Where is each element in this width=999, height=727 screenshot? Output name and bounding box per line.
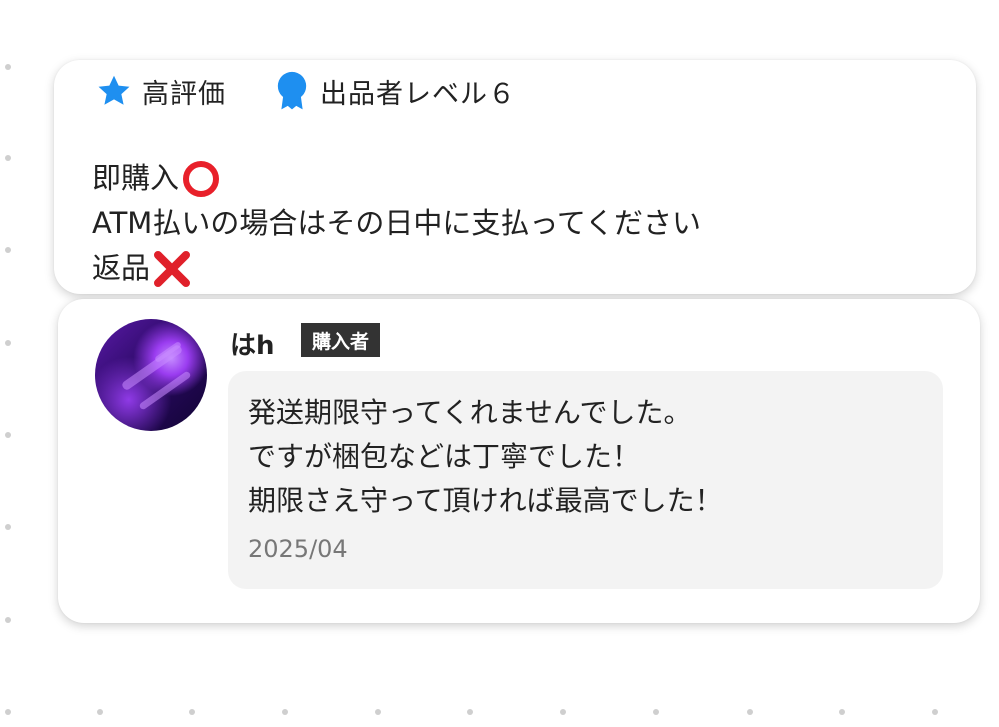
review-message: 発送期限守ってくれませんでした。 ですが梱包などは丁寧でした！ 期限さえ守って頂… — [248, 391, 723, 523]
review-card: はh 購入者 発送期限守ってくれませんでした。 ですが梱包などは丁寧でした！ 期… — [58, 299, 980, 623]
circle-mark-icon — [181, 159, 221, 199]
badge-label: 出品者レベル６ — [320, 78, 516, 110]
background-dot — [467, 709, 473, 715]
buyer-role-badge: 購入者 — [301, 323, 381, 357]
badge-seller-level[interactable]: 出品者レベル６ — [272, 71, 516, 111]
background-dot — [5, 709, 11, 715]
background-dot — [932, 709, 938, 715]
reviewer-avatar[interactable] — [95, 319, 207, 431]
description-line: 即購入 — [92, 156, 701, 201]
background-dot — [5, 155, 11, 161]
background-dot — [5, 432, 11, 438]
background-dot — [653, 709, 659, 715]
review-message-line: 発送期限守ってくれませんでした。 — [248, 396, 692, 429]
background-dot — [375, 709, 381, 715]
seller-description: 即購入 ATM払いの場合はその日中に支払ってください 返品 — [92, 156, 701, 291]
background-dot — [97, 709, 103, 715]
medal-icon — [272, 71, 312, 110]
background-dot — [747, 709, 753, 715]
review-message-line: ですが梱包などは丁寧でした！ — [248, 440, 641, 473]
background-dot — [5, 340, 11, 346]
background-dot — [282, 709, 288, 715]
background-dot — [5, 524, 11, 530]
background-dot — [5, 64, 11, 70]
background-dot — [5, 617, 11, 623]
background-dot — [839, 709, 845, 715]
description-line: ATM払いの場合はその日中に支払ってください — [92, 206, 702, 240]
cross-mark-icon — [152, 249, 192, 289]
background-dot — [5, 247, 11, 253]
badge-high-rating[interactable]: 高評価 — [94, 72, 226, 111]
review-message-line: 期限さえ守って頂ければ最高でした！ — [248, 484, 723, 517]
star-icon — [94, 72, 134, 110]
description-line: 返品 — [92, 246, 701, 291]
background-dot — [189, 709, 195, 715]
background-dot — [560, 709, 566, 715]
seller-profile-card: 高評価 出品者レベル６ 即購入 ATM払いの場合はその日中に支払ってください 返… — [54, 60, 976, 294]
badge-label: 高評価 — [142, 78, 226, 110]
review-date: 2025/04 — [248, 535, 348, 563]
reviewer-name[interactable]: はh — [230, 325, 275, 362]
seller-badges: 高評価 出品者レベル６ — [94, 71, 562, 111]
review-comment-bubble: 発送期限守ってくれませんでした。 ですが梱包などは丁寧でした！ 期限さえ守って頂… — [228, 371, 943, 589]
